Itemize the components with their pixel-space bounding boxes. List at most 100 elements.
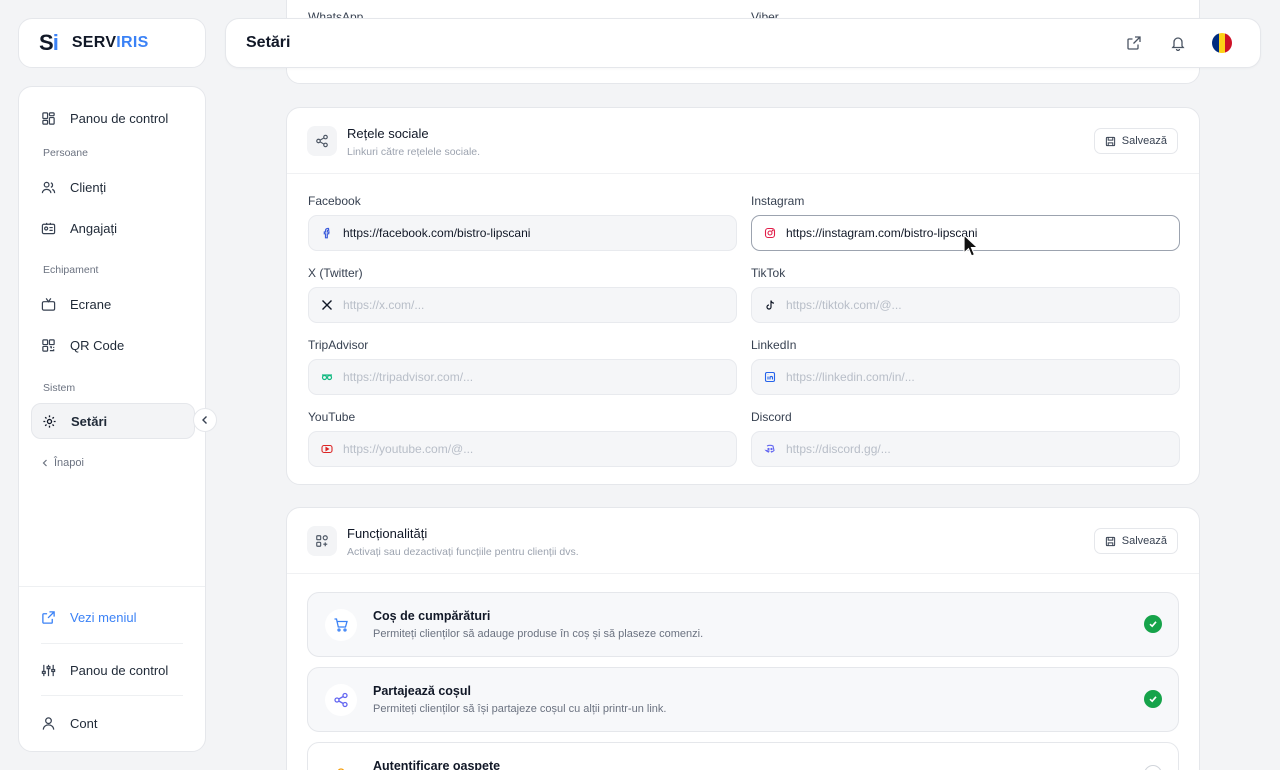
linkedin-label: LinkedIn <box>751 338 797 352</box>
feature-description: Permiteți clienților să își partajeze co… <box>373 703 667 715</box>
feature-enabled-check[interactable] <box>1144 615 1162 633</box>
external-link-icon <box>42 610 55 624</box>
tripadvisor-input[interactable] <box>343 370 723 384</box>
section-subtitle: Activați sau dezactivați funcțiile pentr… <box>347 546 579 558</box>
sidebar-item-account[interactable]: Cont <box>31 705 195 741</box>
tiktok-label: TikTok <box>751 266 786 280</box>
guest-icon <box>325 759 357 770</box>
check-icon <box>1149 696 1157 703</box>
check-icon <box>1149 621 1157 628</box>
qr-icon <box>42 338 55 352</box>
facebook-field[interactable] <box>308 215 737 251</box>
language-flag-icon[interactable] <box>1212 33 1232 53</box>
sidebar: Panou de control Persoane Clienți Angaja… <box>18 86 206 752</box>
feature-title: Partajează coșul <box>373 684 471 698</box>
sidebar-item-control-panel[interactable]: Panou de control <box>31 652 195 688</box>
instagram-icon <box>764 227 776 239</box>
youtube-input[interactable] <box>343 442 723 456</box>
sidebar-item-dashboard[interactable]: Panou de control <box>31 100 195 136</box>
logo-card[interactable]: Si SERVIRIS <box>18 18 206 68</box>
discord-icon <box>764 444 775 453</box>
feature-title: Coș de cumpărături <box>373 609 491 623</box>
open-external-button[interactable] <box>1124 33 1144 53</box>
save-icon <box>1105 136 1115 146</box>
back-link[interactable]: Înapoi <box>41 457 84 469</box>
instagram-label: Instagram <box>751 194 805 208</box>
sidebar-item-label: Panou de control <box>70 110 169 126</box>
tripadvisor-label: TripAdvisor <box>308 338 369 352</box>
share-icon <box>325 684 357 716</box>
logo-mark: Si <box>39 30 59 55</box>
sidebar-collapse-button[interactable] <box>193 408 217 432</box>
tiktok-input[interactable] <box>786 298 1166 312</box>
top-header: Setări <box>225 18 1261 68</box>
section-subtitle: Linkuri către rețelele sociale. <box>347 146 481 158</box>
section-title: Rețele sociale <box>347 126 429 141</box>
user-icon <box>42 716 55 730</box>
social-networks-card: Rețele sociale Linkuri către rețelele so… <box>286 107 1200 485</box>
sidebar-item-label: Cont <box>70 715 98 731</box>
tiktok-field[interactable] <box>751 287 1180 323</box>
gear-icon <box>43 414 56 428</box>
save-button[interactable]: Salvează <box>1093 528 1178 554</box>
nav-section-people: Persoane <box>43 147 88 159</box>
notifications-button[interactable] <box>1168 33 1188 53</box>
x-twitter-field[interactable] <box>308 287 737 323</box>
feature-cart[interactable]: Coș de cumpărături Permiteți clienților … <box>307 592 1179 657</box>
facebook-input[interactable] <box>343 226 723 240</box>
facebook-label: Facebook <box>308 194 361 208</box>
sidebar-item-label: QR Code <box>70 337 125 353</box>
linkedin-field[interactable] <box>751 359 1180 395</box>
view-menu-link[interactable]: Vezi meniul <box>31 599 195 635</box>
sidebar-item-label: Clienți <box>70 179 107 195</box>
youtube-icon <box>321 444 333 454</box>
discord-label: Discord <box>751 410 792 424</box>
youtube-label: YouTube <box>308 410 356 424</box>
feature-share-cart[interactable]: Partajează coșul Permiteți clienților să… <box>307 667 1179 732</box>
page-title: Setări <box>246 34 291 51</box>
section-title: Funcționalități <box>347 526 428 541</box>
id-card-icon <box>41 222 56 234</box>
youtube-field[interactable] <box>308 431 737 467</box>
feature-guest-auth[interactable]: Autentificare oaspete <box>307 742 1179 770</box>
features-card: Funcționalități Activați sau dezactivați… <box>286 507 1200 770</box>
facebook-icon <box>323 227 330 239</box>
logo-text: SERVIRIS <box>71 34 149 51</box>
feature-description: Permiteți clienților să adauge produse î… <box>373 628 704 640</box>
instagram-input[interactable] <box>786 226 1166 240</box>
discord-field[interactable] <box>751 431 1180 467</box>
sidebar-item-qr[interactable]: QR Code <box>31 327 195 363</box>
x-icon <box>322 300 332 310</box>
bell-icon <box>1171 37 1185 51</box>
tripadvisor-field[interactable] <box>308 359 737 395</box>
nav-section-equipment: Echipament <box>43 264 99 276</box>
sidebar-item-label: Setări <box>71 413 108 429</box>
feature-disabled-check[interactable] <box>1144 765 1162 770</box>
external-link-icon <box>1127 36 1141 50</box>
sidebar-divider <box>19 586 205 587</box>
feature-title: Autentificare oaspete <box>373 759 501 770</box>
sidebar-item-screens[interactable]: Ecrane <box>31 286 195 322</box>
nav-section-system: Sistem <box>43 382 76 394</box>
linkedin-input[interactable] <box>786 370 1166 384</box>
chevron-left-icon <box>202 416 207 424</box>
sidebar-separator <box>41 643 183 644</box>
cart-icon <box>325 609 357 641</box>
feature-enabled-check[interactable] <box>1144 690 1162 708</box>
tripadvisor-icon <box>321 374 333 381</box>
save-button[interactable]: Salvează <box>1093 128 1178 154</box>
discord-input[interactable] <box>786 442 1166 456</box>
sidebar-separator <box>41 695 183 696</box>
header-actions <box>1124 33 1232 53</box>
section-header: Rețele sociale Linkuri către rețelele so… <box>287 108 1199 174</box>
users-icon <box>41 181 56 193</box>
sidebar-item-label: Ecrane <box>70 296 112 312</box>
x-twitter-input[interactable] <box>343 298 723 312</box>
sliders-icon <box>41 664 56 676</box>
instagram-field[interactable] <box>751 215 1180 251</box>
sidebar-item-clients[interactable]: Clienți <box>31 169 195 205</box>
sidebar-item-employees[interactable]: Angajați <box>31 210 195 246</box>
sidebar-item-settings[interactable]: Setări <box>31 403 195 439</box>
linkedin-icon <box>764 371 776 383</box>
chevron-left-icon <box>42 459 47 467</box>
